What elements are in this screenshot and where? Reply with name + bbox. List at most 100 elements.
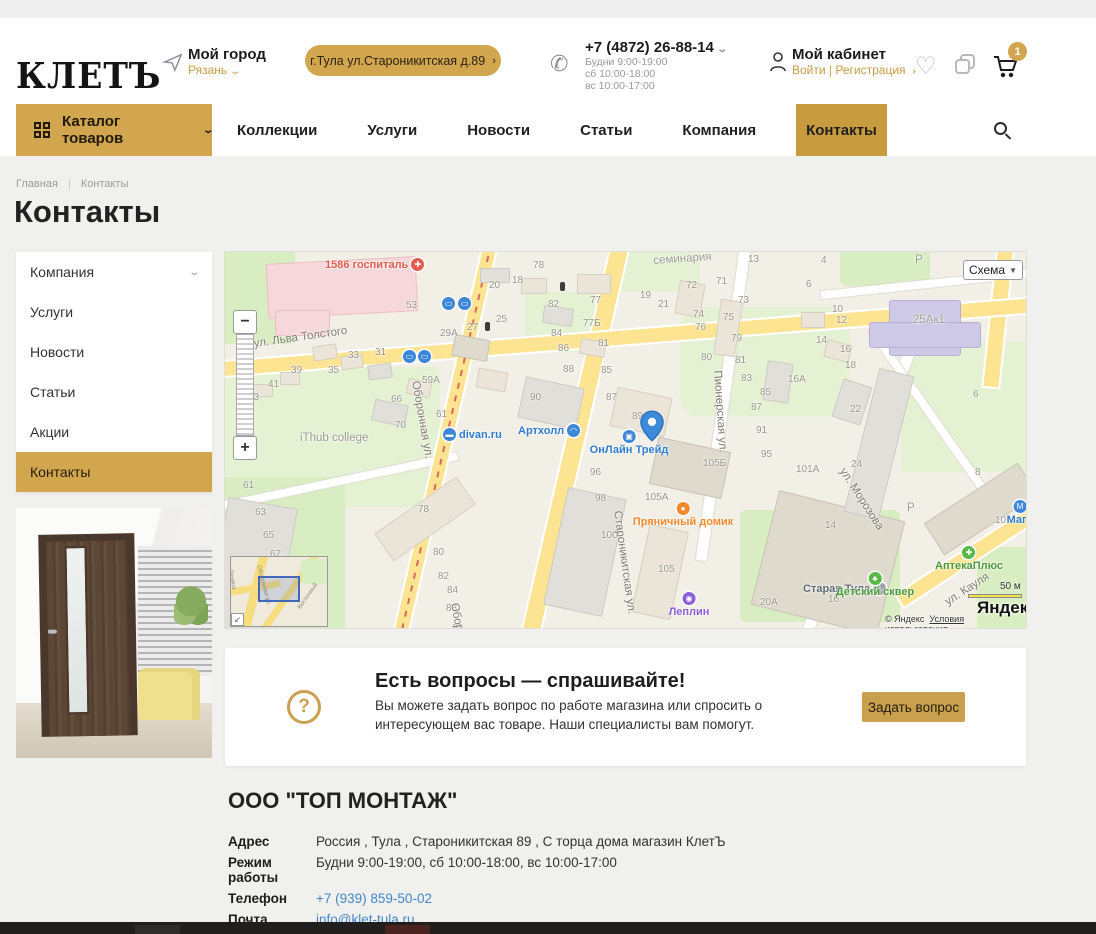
phone-number[interactable]: +7 (4872) 26-88-14 bbox=[585, 39, 714, 56]
map-poi-Маги[interactable]: ММаги bbox=[1007, 500, 1026, 526]
map-house-number: 98 bbox=[595, 493, 606, 504]
zoom-slider[interactable] bbox=[236, 334, 254, 436]
map-house-number: 76 bbox=[695, 322, 706, 333]
map-house-number: 95 bbox=[761, 449, 772, 460]
map-poi-Пряничный домик[interactable]: ●Пряничный домик bbox=[633, 502, 734, 528]
location-send-icon bbox=[162, 51, 184, 73]
mini-map-street-label: Ленина bbox=[230, 569, 237, 590]
phone-icon: ✆ bbox=[550, 51, 568, 77]
map-poi-bus-stop[interactable]: ▭ bbox=[442, 297, 455, 310]
phone-block: +7 (4872) 26-88-14 ⌄ Будни 9:00-19:00сб … bbox=[585, 39, 726, 92]
poi-icon: М bbox=[1013, 500, 1026, 513]
address-button-label: г.Тула ул.Староникитская д.89 bbox=[310, 54, 485, 68]
mini-map-collapse-button[interactable]: ↙ bbox=[231, 613, 244, 626]
map-house-number: 81 bbox=[735, 355, 746, 366]
map-house-number: 41 bbox=[268, 379, 279, 390]
mini-map-viewport[interactable] bbox=[258, 576, 300, 602]
poi-icon: ● bbox=[676, 502, 689, 515]
ask-question-button[interactable]: Задать вопрос bbox=[862, 692, 965, 722]
map-poi-bus-stop[interactable]: ▭ bbox=[418, 350, 431, 363]
catalog-button[interactable]: Каталог товаров ⌄ bbox=[16, 104, 212, 156]
company-name: ООО "ТОП МОНТАЖ" bbox=[228, 788, 457, 814]
map-house-number: 14 bbox=[816, 335, 827, 346]
poi-icon: ✚ bbox=[411, 258, 424, 271]
city-block[interactable]: Мой город Рязань ⌄ bbox=[188, 46, 266, 77]
sidebar-item-Услуги[interactable]: Услуги bbox=[16, 292, 212, 332]
map-house-number: 83 bbox=[741, 373, 752, 384]
map-poi-bus-stop[interactable]: ▭ bbox=[403, 350, 416, 363]
map-house-number: 73 bbox=[738, 295, 749, 306]
zoom-in-button[interactable]: + bbox=[233, 436, 257, 460]
map-poi-bus-stop[interactable]: ▭ bbox=[458, 297, 471, 310]
address-button[interactable]: г.Тула ул.Староникитская д.89 › bbox=[305, 45, 501, 76]
nav-item-Контакты[interactable]: Контакты bbox=[796, 104, 887, 156]
map-layer-label: Схема bbox=[969, 263, 1005, 277]
map-zoom-control: − + bbox=[233, 310, 257, 460]
poi-icon: ◉ bbox=[683, 592, 696, 605]
compare-icon[interactable] bbox=[955, 54, 979, 78]
top-strip bbox=[0, 0, 1096, 18]
chevron-down-icon: ⌄ bbox=[716, 44, 728, 55]
map-house-number: 105 bbox=[658, 564, 675, 575]
map-house-number: 39 bbox=[291, 365, 302, 376]
map-poi-Детский сквер[interactable]: ♣Детский сквер bbox=[836, 572, 914, 598]
map-poi-1586 госпиталь[interactable]: ✚1586 госпиталь bbox=[325, 258, 424, 271]
map-house-number: 75 bbox=[723, 312, 734, 323]
sidebar-item-Компания[interactable]: Компания⌄ bbox=[16, 252, 212, 292]
nav-item-Новости[interactable]: Новости bbox=[457, 104, 540, 156]
city-value[interactable]: Рязань bbox=[188, 63, 227, 77]
map-house-number: 13 bbox=[748, 254, 759, 265]
map-house-number: 6 bbox=[973, 389, 979, 400]
page: КЛЕТЪ Мой город Рязань ⌄ г.Тула ул.Старо… bbox=[0, 0, 1096, 934]
map-house-number: 81 bbox=[598, 338, 609, 349]
breadcrumb-home[interactable]: Главная bbox=[16, 178, 58, 190]
nav-item-Услуги[interactable]: Услуги bbox=[357, 104, 427, 156]
company-info-rows: АдресРоссия , Тула , Староникитская 89 ,… bbox=[228, 834, 726, 933]
map-poi-АптекаПлюс[interactable]: ✚АптекаПлюс bbox=[935, 546, 1003, 572]
mini-map[interactable]: Оборонная ул.ВосточныйЛенина ↙ bbox=[230, 556, 328, 627]
account-block[interactable]: Мой кабинет Войти | Регистрация ⌄ bbox=[792, 46, 917, 77]
map-house-number: 90 bbox=[530, 392, 541, 403]
map-poi-divan.ru[interactable]: ▬divan.ru bbox=[443, 428, 502, 441]
sidebar-item-Статьи[interactable]: Статьи bbox=[16, 372, 212, 412]
map-house-number: 20 bbox=[489, 280, 500, 291]
map-poi-Артхолл[interactable]: ◠Артхолл bbox=[518, 424, 580, 437]
search-icon[interactable] bbox=[994, 122, 1016, 144]
map-house-number: 96 bbox=[590, 467, 601, 478]
sidebar-item-Новости[interactable]: Новости bbox=[16, 332, 212, 372]
question-mark-icon: ? bbox=[287, 690, 321, 724]
nav-item-Статьи[interactable]: Статьи bbox=[570, 104, 642, 156]
logo[interactable]: КЛЕТЪ bbox=[16, 54, 161, 96]
map-pin-icon[interactable] bbox=[640, 410, 664, 442]
nav-item-Коллекции[interactable]: Коллекции bbox=[227, 104, 327, 156]
favorites-heart-icon[interactable]: ♡ bbox=[915, 52, 937, 81]
poi-icon: ♣ bbox=[869, 572, 882, 585]
map-street-label: iThub college bbox=[300, 432, 368, 444]
sidebar-item-Акции[interactable]: Акции bbox=[16, 412, 212, 452]
map-house-number: 87 bbox=[751, 402, 762, 413]
nav-item-Компания[interactable]: Компания bbox=[672, 104, 766, 156]
company-link[interactable]: +7 (939) 859-50-02 bbox=[316, 891, 432, 906]
yandex-map[interactable]: 5329А2725201878827777Б848681888587353331… bbox=[225, 252, 1026, 628]
map-street-label: Р bbox=[915, 254, 923, 266]
map-layer-button[interactable]: Схема ▼ bbox=[963, 260, 1023, 280]
map-house-number: 19 bbox=[640, 290, 651, 301]
nav-items: Коллекции Услуги Новости Статьи Компания Конт… bbox=[227, 104, 887, 156]
map-house-number: 65 bbox=[263, 530, 274, 541]
map-house-number: 70 bbox=[395, 420, 406, 431]
map-house-number: 10 bbox=[832, 304, 843, 315]
map-house-number: 79 bbox=[731, 333, 742, 344]
map-house-number: 66 bbox=[391, 394, 402, 405]
sidebar-menu: Компания⌄УслугиНовостиСтатьиАкцииКонтакт… bbox=[16, 252, 212, 492]
map-house-number: 61 bbox=[243, 480, 254, 491]
zoom-out-button[interactable]: − bbox=[233, 310, 257, 334]
login-register-link[interactable]: Войти | Регистрация bbox=[792, 63, 906, 77]
breadcrumb-current: Контакты bbox=[81, 178, 129, 190]
city-label: Мой город bbox=[188, 46, 266, 63]
map-poi-Леплин[interactable]: ◉Леплин bbox=[669, 592, 710, 618]
map-house-number: 29А bbox=[440, 328, 458, 339]
phone-hours-line: вс 10:00-17:00 bbox=[585, 80, 726, 92]
company-value: Россия , Тула , Староникитская 89 , С то… bbox=[316, 834, 726, 849]
map-house-number: 80 bbox=[433, 547, 444, 558]
sidebar-item-Контакты[interactable]: Контакты bbox=[16, 452, 212, 492]
